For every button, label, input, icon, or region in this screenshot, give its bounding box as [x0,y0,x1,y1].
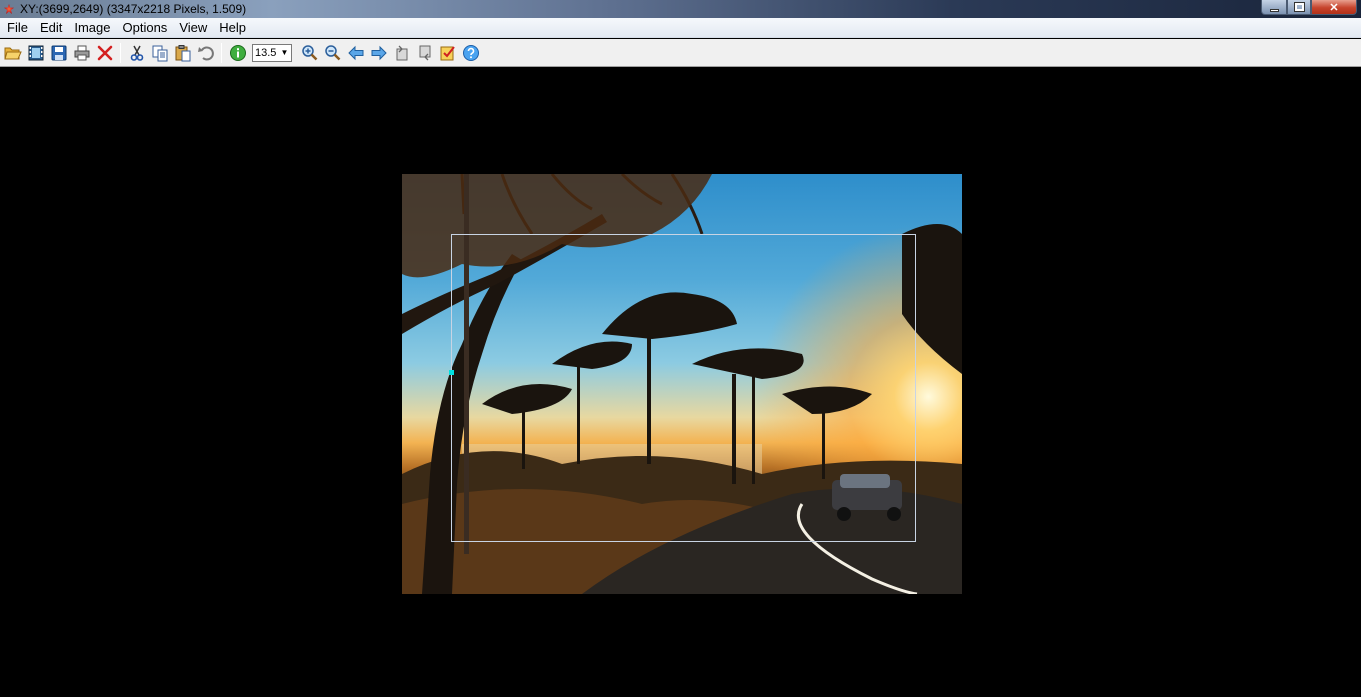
undo-button[interactable] [194,42,217,64]
chevron-down-icon[interactable]: ▼ [278,45,291,61]
checklist-icon [440,45,455,60]
next-arrow-icon [371,45,387,60]
title-bar: XY:(3699,2649) (3347x2218 Pixels, 1.509)… [0,0,1361,18]
window-title: XY:(3699,2649) (3347x2218 Pixels, 1.509) [20,2,247,16]
image-canvas[interactable] [0,68,1361,697]
filmstrip-button[interactable] [24,42,47,64]
menu-image[interactable]: Image [68,18,116,38]
copy-icon [152,45,167,61]
info-icon [229,44,246,61]
open-button[interactable] [1,42,24,64]
close-button[interactable]: ✕ [1311,0,1357,15]
toolbar: 13.5 ▼ [0,39,1361,67]
previous-arrow-icon [347,45,363,60]
toolbar-separator [120,42,121,63]
zoom-level-value: 13.5 [255,46,277,59]
rotate-left-icon [396,45,407,60]
help-icon [462,44,479,61]
save-button[interactable] [47,42,70,64]
copy-button[interactable] [148,42,171,64]
menu-edit[interactable]: Edit [34,18,68,38]
maximize-icon [1293,2,1305,12]
maximize-button[interactable] [1287,0,1311,15]
app-icon[interactable] [2,2,16,16]
window-controls: ✕ [1261,0,1357,15]
minimize-icon [1269,8,1279,12]
cut-button[interactable] [125,42,148,64]
next-image-button[interactable] [367,42,390,64]
selection-handle[interactable] [449,370,454,375]
menu-view[interactable]: View [173,18,213,38]
cut-icon [130,45,143,61]
rotate-right-button[interactable] [413,42,436,64]
checklist-button[interactable] [436,42,459,64]
menu-file[interactable]: File [0,18,34,38]
menu-options[interactable]: Options [117,18,174,38]
paste-icon [175,44,190,61]
save-icon [51,45,66,60]
close-icon: ✕ [1329,1,1339,14]
paste-button[interactable] [171,42,194,64]
delete-icon [97,45,112,60]
menu-help[interactable]: Help [213,18,252,38]
open-folder-icon [3,47,22,59]
selection-rectangle[interactable] [449,234,916,542]
zoom-in-icon [301,44,317,60]
rotate-left-button[interactable] [390,42,413,64]
info-button[interactable] [226,42,249,64]
zoom-out-icon [324,44,340,60]
menu-bar: File Edit Image Options View Help [0,18,1361,38]
rotate-right-icon [419,45,430,60]
undo-icon [197,45,214,60]
previous-image-button[interactable] [344,42,367,64]
print-button[interactable] [70,42,93,64]
zoom-level-select[interactable]: 13.5 ▼ [252,43,292,62]
minimize-button[interactable] [1261,0,1287,15]
zoom-out-button[interactable] [321,42,344,64]
delete-button[interactable] [93,42,116,64]
filmstrip-icon [28,45,43,60]
help-button[interactable] [459,42,482,64]
zoom-in-button[interactable] [298,42,321,64]
toolbar-separator [221,42,222,63]
print-icon [74,45,89,60]
